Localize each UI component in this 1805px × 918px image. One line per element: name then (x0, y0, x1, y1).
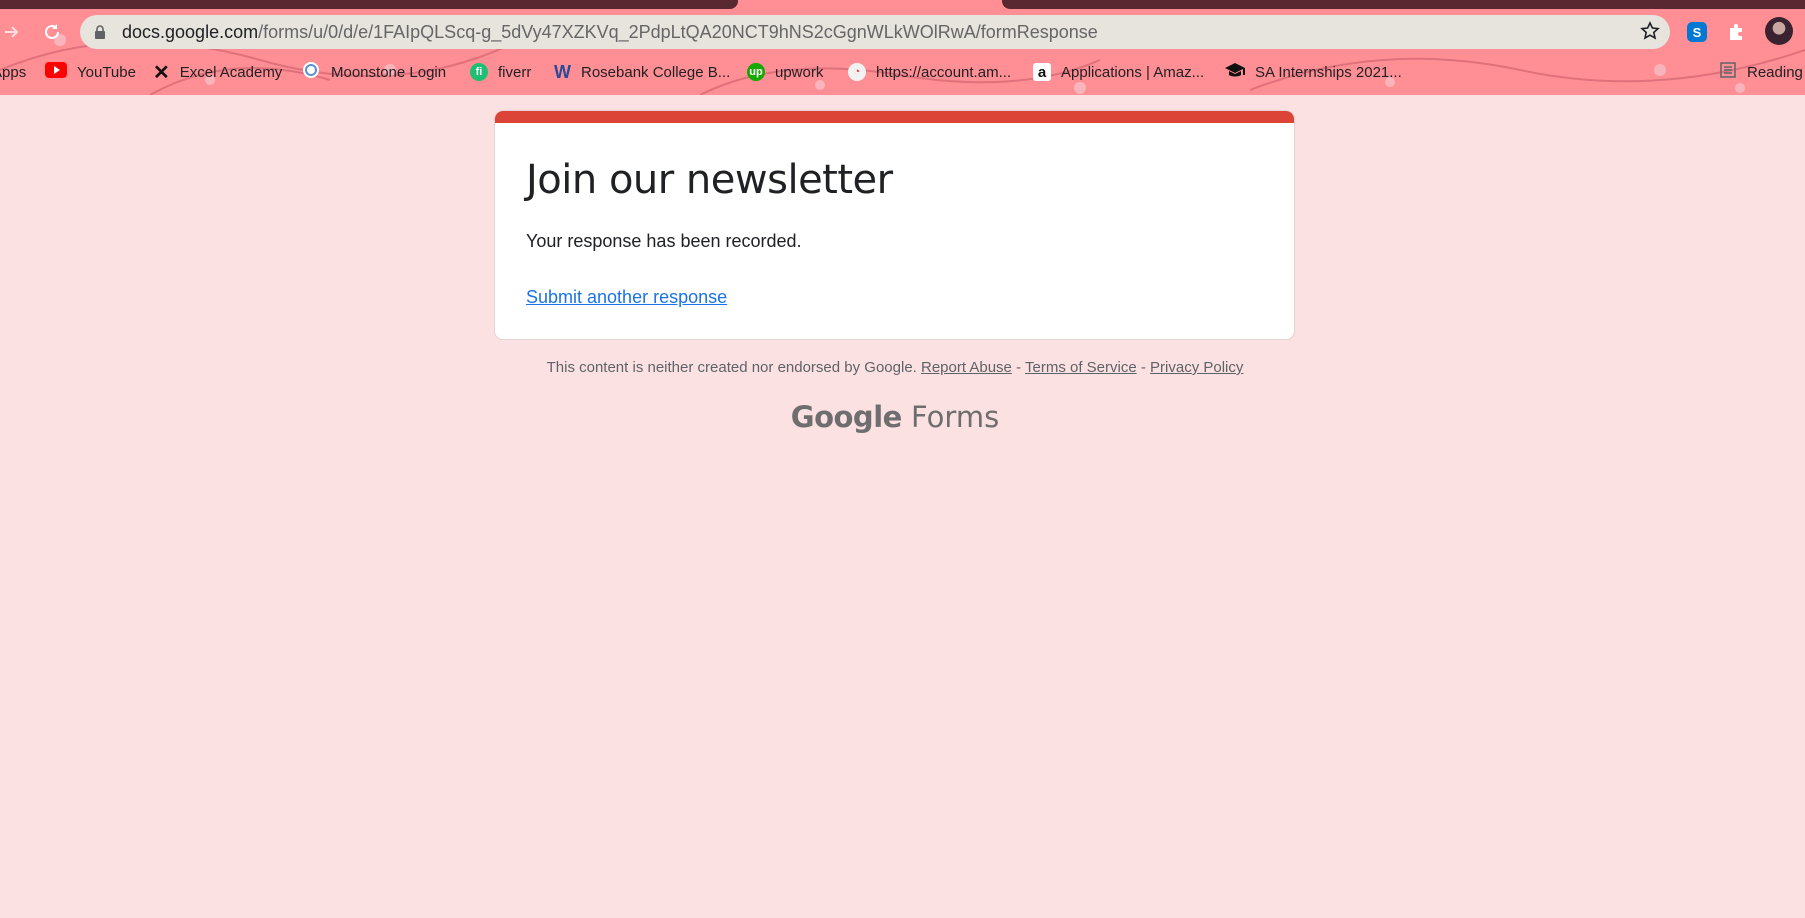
reading-list-button[interactable]: Reading (1719, 62, 1803, 82)
globe-icon: ◔ (848, 63, 866, 81)
bookmark-fiverr[interactable]: fi fiverr (470, 62, 531, 82)
tab-strip-right (1002, 0, 1805, 9)
submit-another-response-link[interactable]: Submit another response (526, 287, 727, 308)
excel-academy-x-icon: ✕ (153, 61, 170, 84)
bookmark-star-icon[interactable] (1640, 21, 1660, 46)
bookmark-rosebank[interactable]: W Rosebank College B... (554, 62, 730, 82)
bookmark-label: Apps (0, 63, 27, 81)
separator: - (1016, 359, 1022, 376)
card-accent-bar (495, 111, 1294, 123)
bookmark-account-am[interactable]: ◔ https://account.am... (848, 62, 1011, 82)
upwork-icon: up (747, 63, 765, 81)
footer-disclaimer: This content is neither created nor endo… (0, 359, 1790, 376)
bookmark-upwork[interactable]: up upwork (747, 62, 823, 82)
bookmark-label: Reading (1747, 63, 1803, 81)
bookmark-moonstone[interactable]: Moonstone Login (301, 62, 446, 82)
google-forms-logo[interactable]: Google Forms (0, 400, 1790, 434)
bookmark-label: Moonstone Login (331, 63, 447, 81)
separator: - (1140, 359, 1146, 376)
youtube-icon (45, 62, 67, 82)
bookmark-label: YouTube (77, 63, 136, 81)
bookmark-label: https://account.am... (876, 63, 1012, 81)
rosebank-w-icon: W (554, 61, 571, 82)
forms-wordmark: Forms (911, 400, 1000, 434)
browser-chrome: docs.google.com/forms/u/0/d/e/1FAIpQLScq… (0, 0, 1805, 95)
bookmark-label: Rosebank College B... (581, 63, 731, 81)
tab-strip-left (0, 0, 738, 9)
privacy-policy-link[interactable]: Privacy Policy (1150, 359, 1243, 376)
fiverr-icon: fi (470, 63, 488, 81)
address-bar[interactable]: docs.google.com/forms/u/0/d/e/1FAIpQLScq… (80, 15, 1670, 49)
bookmark-label: fiverr (498, 63, 532, 81)
form-response-card: Join our newsletter Your response has be… (495, 111, 1294, 339)
lock-icon[interactable] (94, 25, 106, 44)
moonstone-icon (301, 61, 321, 83)
bookmark-label: upwork (775, 63, 824, 81)
report-abuse-link[interactable]: Report Abuse (921, 359, 1012, 376)
bookmark-label: Excel Academy (179, 63, 283, 81)
extensions-puzzle-icon[interactable] (1723, 19, 1749, 45)
skype-extension-icon[interactable]: S (1684, 19, 1710, 45)
amazon-icon: a (1033, 63, 1051, 81)
google-wordmark: Google (790, 400, 903, 434)
bookmark-youtube[interactable]: YouTube (45, 62, 136, 82)
svg-text:S: S (1693, 25, 1702, 40)
bookmark-excel-academy[interactable]: ✕ Excel Academy (153, 61, 283, 84)
bookmark-label: Applications | Amaz... (1061, 63, 1205, 81)
bookmarks-bar: Apps YouTube ✕ Excel Academy Moonstone L… (0, 56, 1805, 88)
forward-icon[interactable] (0, 18, 26, 46)
profile-avatar[interactable] (1765, 17, 1793, 45)
terms-of-service-link[interactable]: Terms of Service (1025, 359, 1137, 376)
disclaimer-text: This content is neither created nor endo… (546, 359, 917, 376)
reload-icon[interactable] (38, 18, 66, 46)
graduation-cap-icon (1225, 61, 1245, 83)
bookmark-sa-internships[interactable]: SA Internships 2021... (1225, 62, 1402, 82)
bookmark-label: SA Internships 2021... (1255, 63, 1402, 81)
confirmation-message: Your response has been recorded. (526, 231, 802, 251)
bookmark-amazon[interactable]: a Applications | Amaz... (1033, 62, 1204, 82)
reading-list-icon (1719, 61, 1737, 83)
url-text[interactable]: docs.google.com/forms/u/0/d/e/1FAIpQLScq… (122, 22, 1098, 43)
form-title: Join our newsletter (526, 157, 893, 203)
bookmark-apps[interactable]: Apps (0, 62, 26, 82)
